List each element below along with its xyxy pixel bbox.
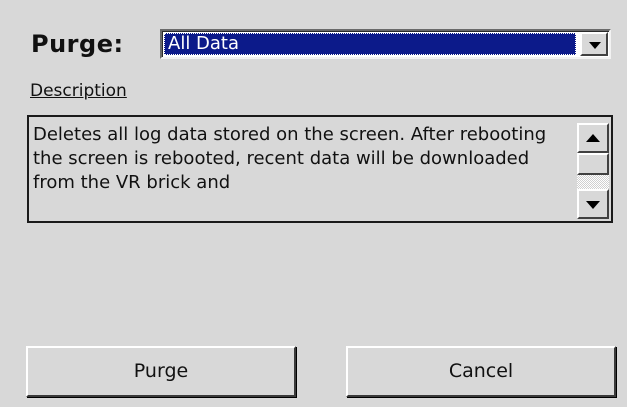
purge-button[interactable]: Purge bbox=[26, 346, 296, 397]
arrow-down-icon bbox=[586, 201, 600, 209]
chevron-down-icon bbox=[589, 42, 601, 49]
cancel-button[interactable]: Cancel bbox=[346, 346, 616, 397]
purge-select-dropdown-button[interactable] bbox=[580, 32, 608, 56]
description-text: Deletes all log data stored on the scree… bbox=[33, 124, 547, 193]
arrow-up-icon bbox=[586, 134, 600, 142]
description-box: Deletes all log data stored on the scree… bbox=[27, 115, 613, 223]
description-header: Description bbox=[30, 81, 127, 101]
scroll-thumb[interactable] bbox=[577, 153, 609, 175]
scroll-up-button[interactable] bbox=[577, 123, 609, 153]
purge-select[interactable]: All Data bbox=[160, 29, 611, 59]
purge-label: Purge: bbox=[31, 30, 124, 58]
description-scrollbar[interactable] bbox=[573, 117, 611, 221]
scroll-down-button[interactable] bbox=[577, 189, 609, 219]
purge-select-value[interactable]: All Data bbox=[164, 33, 576, 55]
purge-dialog: Purge: All Data Description Deletes all … bbox=[0, 0, 627, 407]
